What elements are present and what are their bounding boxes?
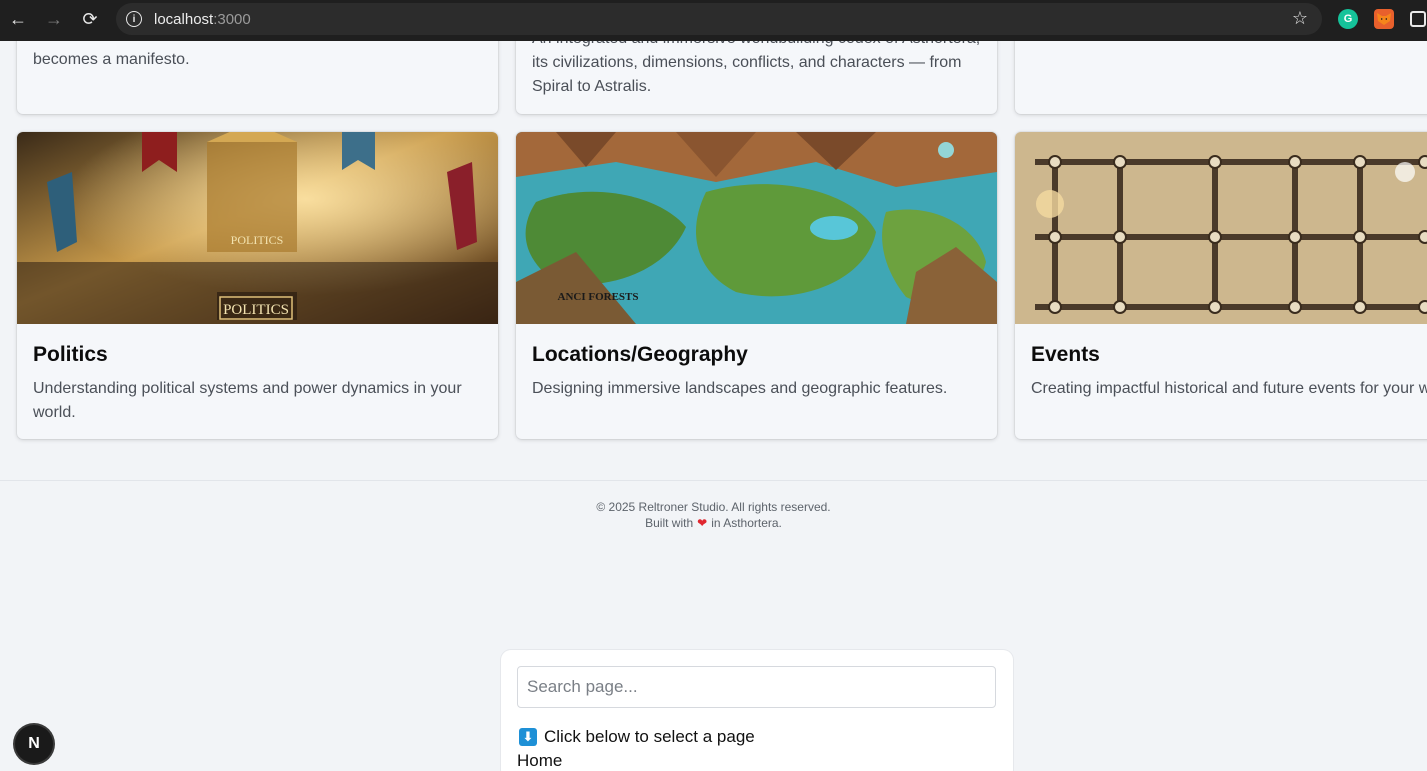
reload-icon[interactable]: ⟳ [72, 1, 108, 37]
card-top-1-desc: becomes a manifesto. [33, 51, 190, 68]
forward-icon[interactable]: → [36, 1, 72, 37]
down-arrow-icon: ⬇ [519, 728, 537, 746]
card-politics-title: Politics [33, 343, 108, 366]
extensions-puzzle-icon[interactable] [1410, 11, 1426, 27]
geography-image-label: ANCI FORESTS [558, 291, 639, 303]
card-locations-desc: Designing immersive landscapes and geogr… [532, 380, 948, 397]
footer-divider [0, 480, 1427, 481]
page-search-panel: ⬇ Click below to select a page Home [501, 650, 1013, 771]
card-events[interactable]: Events Creating impactful historical and… [1015, 132, 1427, 439]
events-timeline-image [1015, 132, 1427, 324]
address-bar[interactable]: i localhost:3000 ☆ [116, 3, 1322, 35]
back-icon[interactable]: ← [0, 1, 36, 37]
card-politics[interactable]: POLITICS POLITICS Politics Understanding… [17, 132, 498, 439]
site-info-icon[interactable]: i [126, 11, 142, 27]
heart-icon: ❤ [697, 516, 708, 530]
metamask-extension-icon[interactable] [1374, 9, 1394, 29]
card-events-title: Events [1031, 343, 1100, 366]
nextjs-dev-indicator-button[interactable]: N [15, 725, 53, 763]
footer: © 2025 Reltroner Studio. All rights rese… [0, 499, 1427, 531]
politics-image: POLITICS POLITICS [17, 132, 498, 324]
politics-image-label-2: POLITICS [223, 302, 289, 318]
page-option-home[interactable]: Home [517, 751, 562, 771]
search-page-input[interactable] [517, 666, 996, 708]
footer-built-with: Built with ❤ in Asthortera. [645, 516, 782, 530]
card-events-desc: Creating impactful historical and future… [1031, 380, 1427, 397]
select-page-hint: ⬇ Click below to select a page [519, 727, 755, 747]
card-locations-title: Locations/Geography [532, 343, 748, 366]
politics-image-label-1: POLITICS [231, 233, 284, 247]
browser-toolbar: ← → ⟳ i localhost:3000 ☆ G [0, 0, 1427, 41]
url-text: localhost:3000 [154, 10, 251, 28]
geography-map-image: ANCI FORESTS [516, 132, 997, 324]
bookmark-star-icon[interactable]: ☆ [1292, 8, 1308, 29]
card-locations-geography[interactable]: ANCI FORESTS Locations/Geography Designi… [516, 132, 997, 439]
footer-copyright: © 2025 Reltroner Studio. All rights rese… [596, 500, 831, 514]
card-politics-desc: Understanding political systems and powe… [33, 380, 462, 421]
grammarly-extension-icon[interactable]: G [1338, 9, 1358, 29]
